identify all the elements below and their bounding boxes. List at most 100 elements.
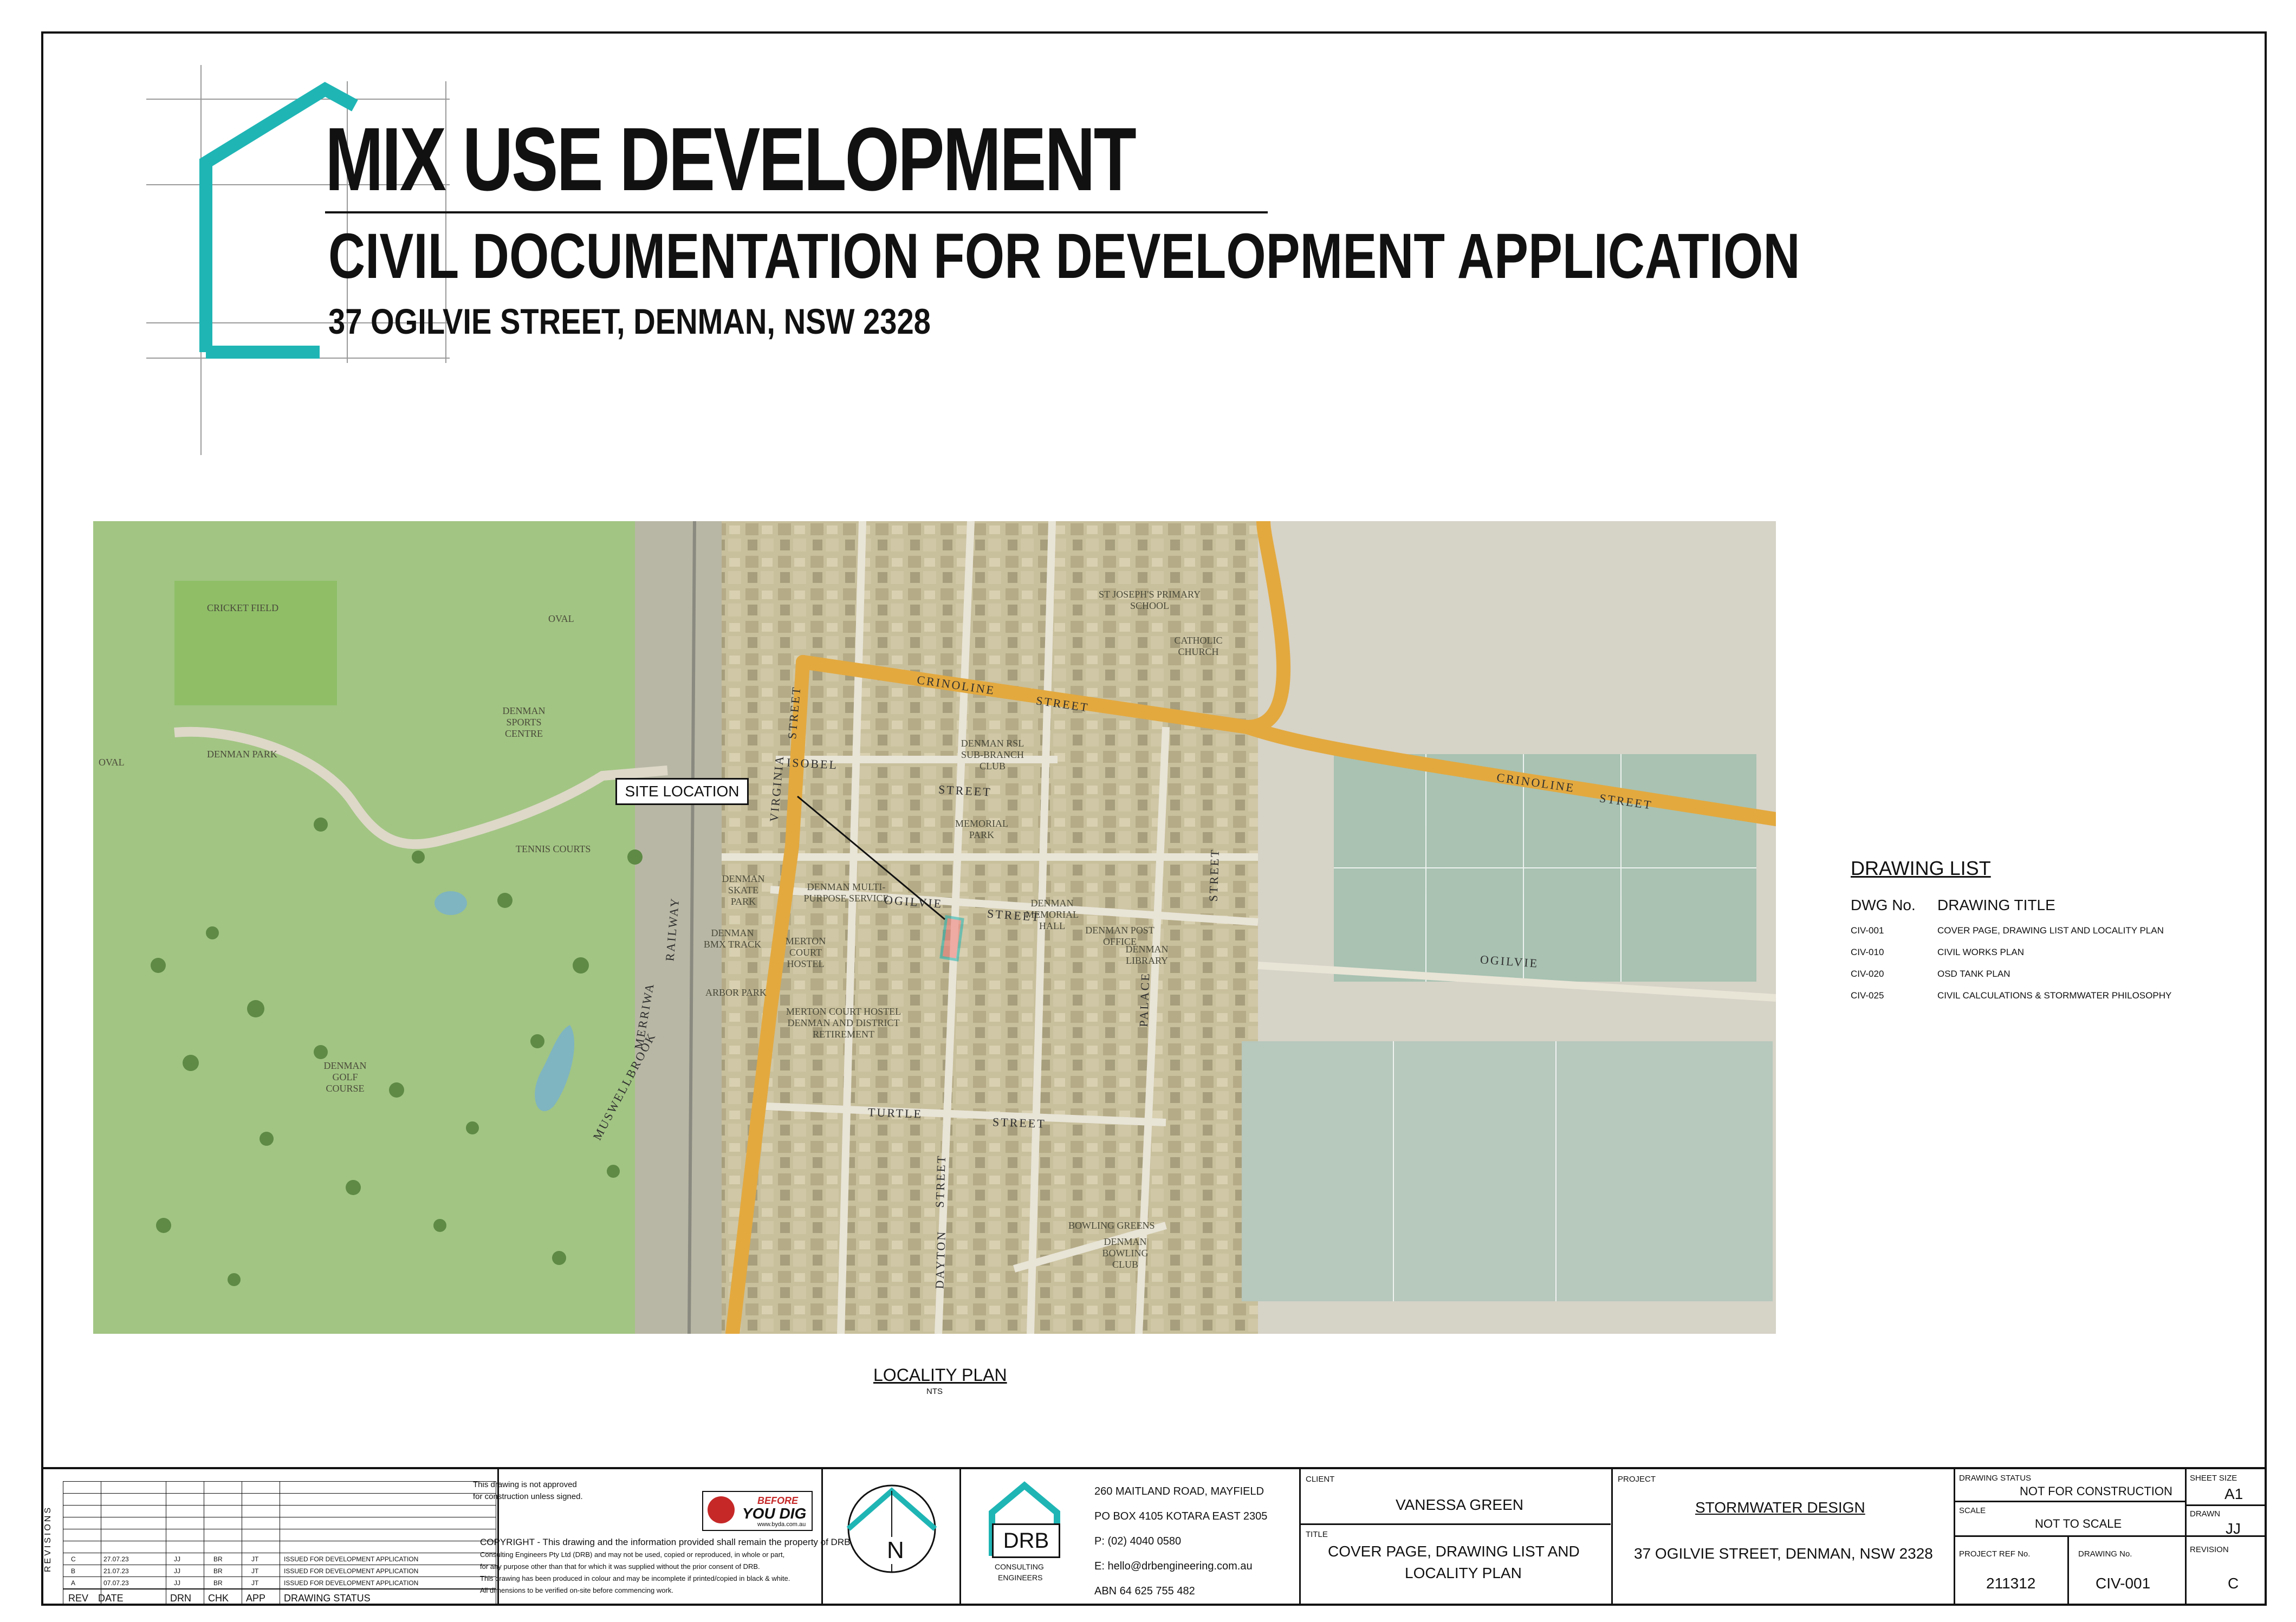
copyright-line: All dimensions to be verified on-site be… [480,1586,673,1594]
rev-cell: JJ [174,1555,180,1563]
drawing-list-title-cell: OSD TANK PLAN [1937,969,2010,979]
rev-header: DATE [98,1593,124,1604]
rev-cell: BR [213,1555,223,1563]
map-label: OVAL [548,613,574,624]
company-address: 260 MAITLAND ROAD, MAYFIELD [1094,1485,1264,1497]
rev-cell: JT [251,1579,259,1587]
map-label: MERTON COURT HOSTEL [785,936,826,969]
dwg-label: DRAWING No. [2078,1549,2132,1559]
project-address: 37 OGILVIE STREET, DENMAN, NSW 2328 [1634,1545,1933,1562]
drawing-list-col-title: DRAWING TITLE [1937,897,2055,913]
drawing-list-no: CIV-025 [1851,990,1884,1001]
locality-map: CRICKET FIELD OVAL DENMAN SPORTS CENTRE … [93,521,1776,1334]
byda-text: YOU DIG [742,1505,807,1522]
rev-cell: JT [251,1555,259,1563]
map-label: ARBOR PARK [705,987,767,998]
project-label: PROJECT [1618,1475,1656,1484]
drawing-list-no: CIV-020 [1851,969,1884,979]
byda-logo: BEFORE YOU DIG www.byda.com.au [702,1491,813,1531]
map-label: MEMORIAL PARK [955,818,1008,840]
rev-cell: BR [213,1567,223,1575]
rev-header: CHK [208,1593,229,1604]
rev-cell: ISSUED FOR DEVELOPMENT APPLICATION [284,1579,419,1587]
rev-cell: JT [251,1567,259,1575]
map-label: OVAL [99,757,125,768]
site-address: 37 OGILVIE STREET, DENMAN, NSW 2328 [328,301,931,341]
byda-icon [708,1496,735,1523]
rev-cell: C [71,1555,76,1563]
drawing-list-title-cell: COVER PAGE, DRAWING LIST AND LOCALITY PL… [1937,925,2164,936]
revisions-label: REVISIONS [43,1505,53,1572]
map-graphics [93,521,1776,1334]
north-label: N [885,1537,906,1564]
map-label: DENMAN SPORTS CENTRE [502,705,546,739]
rev-cell: ISSUED FOR DEVELOPMENT APPLICATION [284,1567,419,1575]
page-title: MIX USE DEVELOPMENT [325,109,1137,210]
drawing-list-no: CIV-001 [1851,925,1884,936]
rev-cell: 21.07.23 [103,1567,129,1575]
copyright-line: This drawing has been produced in colour… [480,1574,790,1582]
drb-logo-text: DRB [992,1523,1060,1558]
drawing-list-title: DRAWING LIST [1851,857,1991,879]
drawing-list-col-no: DWG No. [1851,897,1916,913]
revision-label: REVISION [2190,1545,2229,1554]
map-label: DENMAN LIBRARY [1125,944,1169,966]
map-label: DENMAN BMX TRACK [703,927,762,950]
map-label: DENMAN SKATE PARK [722,873,765,907]
title-block: REVISIONS C 27.07.23 JJ BR JT ISSUED FOR… [41,1467,2265,1606]
map-label: BOWLING GREENS [1068,1220,1155,1231]
rev-cell: JJ [174,1579,180,1587]
approval-note-2: for construction unless signed. [473,1492,583,1501]
company-sub: CONSULTING [995,1562,1044,1571]
rev-cell: 27.07.23 [103,1555,129,1563]
project-ref: 211312 [1986,1575,2036,1592]
rev-cell: 07.07.23 [103,1579,129,1587]
drawing-status: NOT FOR CONSTRUCTION [2020,1484,2172,1498]
map-label: DENMAN MULTI-PURPOSE SERVICE [803,881,889,904]
title-underline [325,211,1268,213]
map-label: DENMAN BOWLING CLUB [1102,1236,1149,1270]
drawing-scale: NOT TO SCALE [2035,1517,2122,1530]
street-label: DAYTON [932,1230,949,1289]
company-address: PO BOX 4105 KOTARA EAST 2305 [1094,1510,1268,1522]
rev-cell: A [71,1579,76,1587]
drawing-list-title-cell: CIVIL WORKS PLAN [1937,947,2024,957]
copyright-line: COPYRIGHT - This drawing and the informa… [480,1537,851,1547]
street-label: TURTLE [867,1105,923,1121]
status-label: DRAWING STATUS [1959,1474,2032,1483]
drawing-list-title-cell: CIVIL CALCULATIONS & STORMWATER PHILOSOP… [1937,990,2172,1001]
drawn-label: DRAWN [2190,1509,2221,1519]
rev-cell: ISSUED FOR DEVELOPMENT APPLICATION [284,1555,419,1563]
rev-header: DRN [170,1593,191,1604]
map-label: ST JOSEPH'S PRIMARY SCHOOL [1099,589,1201,611]
copyright-line: for any purpose other than that for whic… [480,1562,760,1571]
map-label: TENNIS COURTS [516,844,591,854]
street-label: STREET [932,1154,949,1208]
ref-label: PROJECT REF No. [1959,1549,2031,1559]
locality-plan-scale: NTS [926,1387,943,1396]
street-label: ISOBEL [786,755,839,772]
current-revision: C [2228,1575,2239,1592]
street-label: STREET [1206,848,1222,902]
copyright-line: Consulting Engineers Pty Ltd (DRB) and m… [480,1550,785,1559]
drawn-by: JJ [2226,1520,2241,1537]
page-subtitle: CIVIL DOCUMENTATION FOR DEVELOPMENT APPL… [328,220,1800,292]
drawing-title-2: LOCALITY PLAN [1405,1565,1522,1581]
rev-header: APP [246,1593,266,1604]
rev-header: REV [68,1593,89,1604]
client-label: CLIENT [1306,1475,1335,1484]
rev-cell: B [71,1567,76,1575]
title-label: TITLE [1306,1530,1328,1539]
rev-header: DRAWING STATUS [284,1593,371,1604]
sheet-label: SHEET SIZE [2190,1474,2237,1483]
street-label: STREET [938,782,993,799]
rev-cell: BR [213,1579,223,1587]
drawing-title-1: COVER PAGE, DRAWING LIST AND [1328,1543,1580,1560]
site-location-callout: SITE LOCATION [615,778,749,805]
map-label: DENMAN RSL SUB-BRANCH CLUB [961,738,1024,771]
company-phone: P: (02) 4040 0580 [1094,1535,1182,1547]
company-abn: ABN 64 625 755 482 [1094,1585,1195,1597]
company-email: E: hello@drbengineering.com.au [1094,1560,1253,1572]
map-label: CRICKET FIELD [207,602,279,613]
company-sub: ENGINEERS [998,1573,1043,1582]
